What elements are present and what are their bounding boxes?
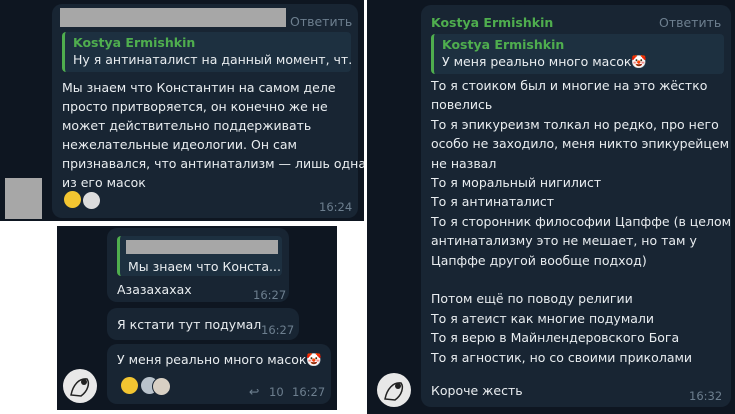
- thread-reply-icon[interactable]: ↩: [249, 384, 259, 399]
- message-time: 16:32: [689, 389, 723, 403]
- avatar-drawing-icon: [70, 378, 90, 397]
- reply-quote[interactable]: Kostya Ermishkin Ну я антинаталист на да…: [62, 32, 351, 72]
- message-time: 16:27: [253, 288, 287, 302]
- redacted-reply-sender: [126, 240, 278, 254]
- message-bubble: Мы знаем что Конста... Азазахахах 16:27: [107, 228, 289, 302]
- user-avatar[interactable]: [63, 369, 97, 403]
- message-text: То я стоиком был и многие на это жёстко …: [431, 78, 732, 365]
- replies-count[interactable]: 10: [269, 385, 284, 399]
- reply-text: У меня реально много масок🤡: [442, 54, 647, 69]
- sender-name[interactable]: Kostya Ermishkin: [431, 15, 553, 30]
- message-bubble: У меня реально много масок🤡 ↩ 10 16:27: [107, 344, 331, 404]
- reply-text: Мы знаем что Конста...: [128, 259, 281, 274]
- message-bubble: Ответить Kostya Ermishkin Ну я антинатал…: [52, 4, 364, 218]
- reply-quote[interactable]: Мы знаем что Конста...: [117, 236, 282, 276]
- chat-panel-bottom-left: Мы знаем что Конста... Азазахахах 16:27 …: [57, 226, 337, 410]
- user-avatar[interactable]: [377, 373, 411, 407]
- reaction-grin-icon[interactable]: [64, 191, 81, 208]
- reply-sender: Kostya Ermishkin: [442, 37, 565, 52]
- reply-button[interactable]: Ответить: [659, 15, 721, 30]
- message-time: 16:24: [319, 200, 353, 214]
- message-bubble: Я кстати тут подумал 16:27: [107, 308, 299, 340]
- message-text: Я кстати тут подумал: [117, 317, 262, 332]
- reaction-thinking-icon[interactable]: [121, 377, 138, 394]
- redacted-avatar: [5, 178, 42, 219]
- message-time: 16:27: [292, 385, 326, 399]
- message-text: У меня реально много масок🤡: [117, 352, 322, 367]
- reply-quote[interactable]: Kostya Ermishkin У меня реально много ма…: [431, 34, 724, 74]
- reaction-avatar-icon[interactable]: [152, 377, 171, 396]
- message-text: Мы знаем что Константин на самом деле пр…: [62, 80, 364, 190]
- reply-text: Ну я антинаталист на данный момент, чт..…: [73, 52, 351, 67]
- message-text: Азазахахах: [117, 282, 192, 297]
- reply-button[interactable]: Ответить: [290, 14, 352, 29]
- reaction-avatar-icon[interactable]: [82, 191, 101, 210]
- chat-panel-right: Kostya Ermishkin Ответить Kostya Ermishk…: [367, 0, 735, 414]
- message-time: 16:27: [261, 323, 295, 337]
- message-last-line: Короче жесть: [431, 383, 523, 398]
- message-bubble: Kostya Ermishkin Ответить Kostya Ermishk…: [421, 5, 731, 407]
- chat-panel-top-left: Ответить Kostya Ermishkin Ну я антинатал…: [0, 0, 364, 221]
- reply-sender: Kostya Ermishkin: [73, 35, 196, 50]
- avatar-drawing-icon: [384, 382, 404, 401]
- redacted-sender-name: [60, 8, 286, 27]
